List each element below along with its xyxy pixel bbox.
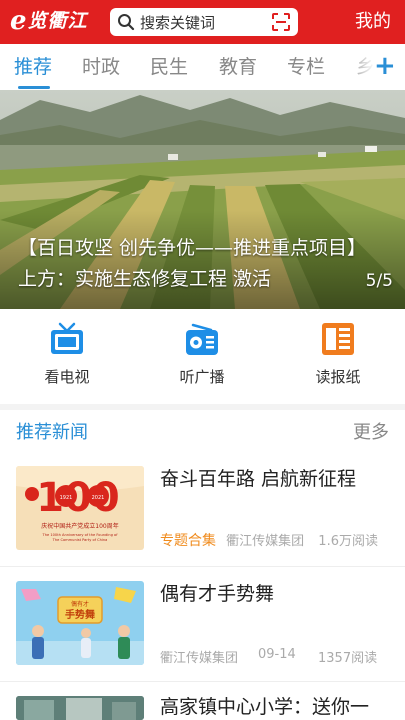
news-title: 偶有才手势舞	[160, 583, 275, 605]
listen-radio-label: 听广播	[179, 368, 225, 386]
news-item[interactable]: 高家镇中心小学：送你一	[0, 696, 405, 720]
news-item[interactable]: 偶有才 手势舞 偶有才手势舞 衢江传媒集团 09-14 1357阅读	[0, 581, 405, 681]
tab-politics[interactable]: 时政	[82, 53, 120, 81]
watch-tv-button[interactable]: 看电视	[17, 321, 117, 387]
news-thumbnail: 偶有才 手势舞	[16, 581, 144, 665]
news-divider	[0, 566, 405, 567]
search-icon	[118, 14, 135, 31]
news-source: 衢江传媒集团	[160, 651, 239, 666]
news-source: 衢江传媒集团	[226, 534, 305, 549]
sign-top: 偶有才	[71, 600, 89, 608]
read-newspaper-button[interactable]: 读报纸	[288, 321, 388, 387]
tv-icon	[51, 322, 83, 354]
anniversary-line3: The Communist Party of China	[52, 538, 108, 542]
anniversary-line1: 庆祝中国共产党成立100周年	[41, 522, 118, 530]
tab-education[interactable]: 教育	[219, 53, 257, 81]
banner-caption[interactable]: 【百日攻坚 创先争优——推进重点项目】上方：实施生态修复工程 激活	[18, 233, 363, 295]
section-title: 推荐新闻	[16, 422, 88, 443]
news-date: 09-14	[258, 647, 296, 662]
search-placeholder: 搜索关键词	[140, 13, 216, 32]
app-logo[interactable]: e 览衢江	[10, 6, 88, 36]
section-divider	[0, 404, 405, 410]
logo-text: 览衢江	[27, 10, 88, 32]
news-reads: 1357阅读	[318, 651, 378, 666]
tab-livelihood[interactable]: 民生	[150, 53, 188, 81]
news-title: 奋斗百年路 启航新征程	[160, 468, 357, 490]
anniversary-thumbnail: 100 1921 2021 庆祝中国共产党成立100周年 The 100th A…	[16, 466, 144, 550]
party-emblem-icon	[25, 487, 39, 501]
more-link[interactable]: 更多	[353, 419, 389, 447]
mine-button[interactable]: 我的	[355, 9, 391, 35]
news-divider	[0, 681, 405, 682]
gesture-dance-thumbnail: 偶有才 手势舞	[16, 581, 144, 665]
news-thumbnail: 100 1921 2021 庆祝中国共产党成立100周年 The 100th A…	[16, 466, 144, 550]
news-thumbnail	[16, 696, 144, 720]
scan-icon[interactable]	[271, 12, 291, 32]
active-tab-indicator	[18, 86, 50, 89]
news-meta: 衢江传媒集团 09-14 1357阅读	[160, 647, 378, 666]
tab-fade	[345, 44, 375, 90]
search-input[interactable]: 搜索关键词	[110, 8, 298, 36]
banner-page-indicator: 5/5	[365, 271, 393, 291]
news-item[interactable]: 100 1921 2021 庆祝中国共产党成立100周年 The 100th A…	[0, 466, 405, 566]
category-tabs: 推荐 时政 民生 教育 专栏 乡 +	[0, 44, 405, 90]
tab-recommend[interactable]: 推荐	[14, 53, 52, 81]
banner-carousel[interactable]: 【百日攻坚 创先争优——推进重点项目】上方：实施生态修复工程 激活 5/5	[0, 90, 405, 309]
tab-column[interactable]: 专栏	[287, 53, 325, 81]
watch-tv-label: 看电视	[44, 368, 90, 386]
newspaper-icon	[322, 323, 354, 355]
topic-tag: 专题合集	[160, 533, 216, 549]
logo-e: e	[10, 6, 27, 36]
radio-icon	[186, 323, 218, 355]
app-header: e 览衢江 搜索关键词 我的	[0, 0, 405, 44]
school-thumbnail	[16, 696, 144, 720]
news-title: 高家镇中心小学：送你一	[160, 696, 370, 718]
sign-main: 手势舞	[65, 608, 95, 621]
anniversary-line2: The 100th Anniversary of the Founding of	[42, 533, 119, 537]
news-reads: 1.6万阅读	[318, 534, 378, 549]
read-newspaper-label: 读报纸	[315, 368, 361, 386]
quick-links: 看电视 听广播 读报纸	[0, 309, 405, 404]
year-left: 1921	[60, 495, 73, 501]
year-right: 2021	[92, 495, 105, 501]
add-channel-icon[interactable]: +	[374, 52, 396, 80]
news-meta: 专题合集 衢江传媒集团 1.6万阅读	[160, 530, 378, 550]
listen-radio-button[interactable]: 听广播	[152, 321, 252, 387]
